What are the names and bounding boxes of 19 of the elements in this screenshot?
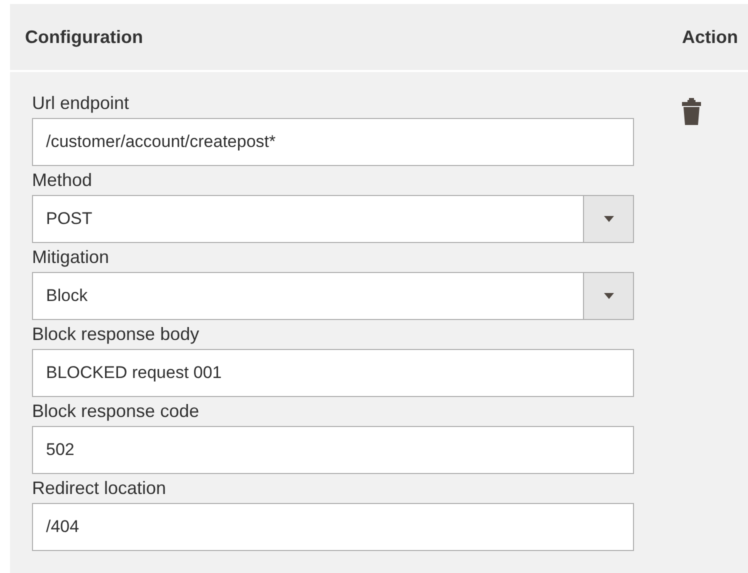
dropdown-toggle[interactable] (583, 196, 633, 242)
input-field[interactable]: /404 (32, 503, 634, 551)
field-label: Url endpoint (32, 92, 130, 114)
input-field[interactable]: BLOCKED request 001 (32, 349, 634, 397)
column-header: Configuration (25, 26, 143, 48)
caret-icon (604, 216, 614, 222)
field-label: Block response code (32, 400, 200, 422)
dropdown-field[interactable]: Block (32, 272, 634, 320)
field-label: Redirect location (32, 477, 166, 499)
dropdown-toggle[interactable] (583, 273, 633, 319)
field-label: Mitigation (32, 246, 110, 268)
trash-icon[interactable] (682, 98, 701, 125)
caret-icon (604, 293, 614, 299)
field-label: Method (32, 169, 92, 191)
column-header: Action (682, 26, 738, 48)
input-field[interactable]: 502 (32, 426, 634, 474)
dropdown-field[interactable]: POST (32, 195, 634, 243)
field-label: Block response body (32, 323, 200, 345)
input-field[interactable]: /customer/account/createpost* (32, 118, 634, 166)
